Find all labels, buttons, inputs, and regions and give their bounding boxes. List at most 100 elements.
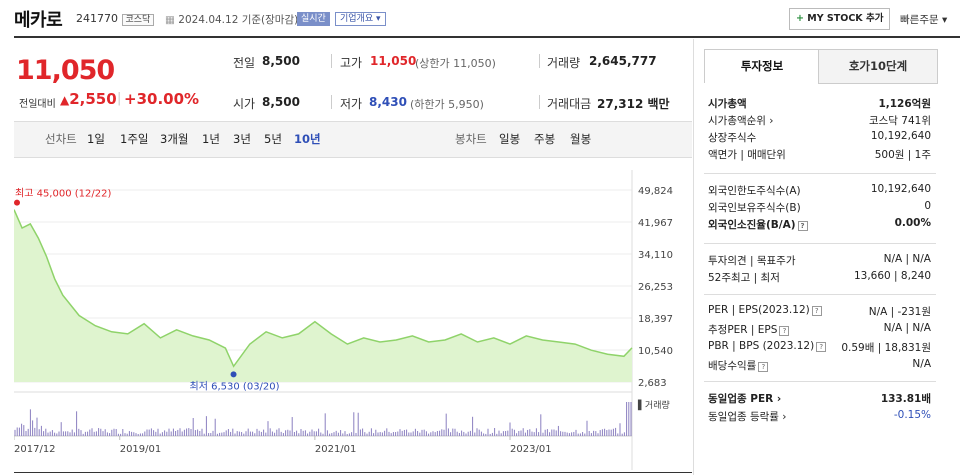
lower-limit: (하한가 5,950) [410, 98, 484, 111]
price-area [14, 209, 632, 382]
divider [331, 54, 332, 68]
change-value-text: 2,550 [69, 90, 117, 108]
low-value: 8,430 [369, 95, 407, 109]
quick-order-button[interactable]: 빠른주문 ▾ [900, 12, 947, 27]
info-value: N/A | N/A [883, 253, 931, 265]
info-label-text: 상장주식수 [708, 132, 757, 144]
info-value: -0.15% [893, 409, 931, 421]
y-tick-label: 34,110 [638, 250, 673, 261]
info-label: 외국인한도주식수(A) [708, 183, 801, 198]
high-value: 11,050 [370, 54, 417, 68]
stock-code: 241770 코스닥 [76, 12, 155, 27]
amount-label: 거래대금 [547, 97, 592, 111]
info-value: 10,192,640 [870, 183, 931, 195]
info-value: N/A | N/A [883, 322, 931, 334]
info-value: 0.00% [894, 217, 931, 229]
help-icon[interactable]: ? [779, 326, 790, 336]
info-value: 0 [924, 200, 931, 212]
company-info-button[interactable]: 기업개요 ▾ [335, 12, 386, 26]
info-label: 배당수익률? [708, 358, 769, 373]
help-icon[interactable]: ? [797, 221, 808, 231]
top-divider [14, 36, 960, 38]
candle-daily[interactable]: 일봉 [499, 131, 520, 147]
info-label-text: PBR | BPS (2023.12) [708, 340, 815, 352]
change-percent: +30.00% [124, 90, 200, 108]
period-3y[interactable]: 3년 [233, 131, 251, 147]
tab-investment-info[interactable]: 투자정보 [704, 49, 820, 83]
info-value: 0.59배 | 18,831원 [841, 342, 931, 354]
high-marker [14, 199, 20, 206]
info-value: 코스닥 741위 [868, 115, 931, 127]
info-label-text: 액면가 | 매매단위 [708, 149, 786, 161]
candle-weekly[interactable]: 주봉 [534, 131, 555, 147]
realtime-tag[interactable]: 실시간 [297, 12, 330, 26]
my-stock-button[interactable]: + MY STOCK 추가 [789, 8, 891, 30]
info-label: 상장주식수 [708, 130, 756, 145]
info-value: 10,192,640 [870, 130, 931, 142]
stock-name: 메카로 [14, 10, 63, 31]
period-1d[interactable]: 1일 [87, 131, 105, 147]
tab-order-book[interactable]: 호가10단계 [818, 49, 938, 84]
info-label: 액면가 | 매매단위 [708, 147, 786, 162]
low-marker [230, 371, 237, 378]
open-value: 8,500 [262, 95, 300, 109]
divider [331, 95, 332, 109]
y-tick-label: 2,683 [638, 378, 667, 389]
open-label: 시가 [233, 97, 256, 111]
divider [539, 54, 540, 68]
period-5y[interactable]: 5년 [264, 131, 282, 147]
info-label-text: 52주최고 | 최저 [708, 272, 780, 284]
info-divider [704, 294, 936, 295]
prev-close-value: 8,500 [262, 54, 300, 68]
info-value: N/A [912, 358, 931, 370]
change-value: ▲2,550 [60, 90, 117, 108]
period-3m[interactable]: 3개월 [160, 131, 188, 147]
info-label-text: 동일업종 PER › [708, 393, 782, 405]
candle-monthly[interactable]: 월봉 [570, 131, 591, 147]
date-text: 2024.04.12 기준(장마감) [178, 14, 299, 26]
my-stock-label: MY STOCK 추가 [807, 13, 884, 24]
line-chart-label: 선차트 [45, 132, 77, 146]
help-icon[interactable]: ? [816, 342, 827, 352]
period-1w[interactable]: 1주일 [120, 131, 148, 147]
info-label: 동일업종 등락률 › [708, 409, 787, 424]
info-value: 1,126억원 [878, 98, 931, 110]
info-label-text: 시가총액 [708, 98, 747, 110]
up-arrow-icon: ▲ [60, 93, 70, 107]
y-tick-label: 26,253 [638, 282, 673, 293]
info-label-text: 투자의견 | 목표주가 [708, 255, 796, 267]
info-label-text: 외국인소진율(B/A) [708, 219, 796, 231]
info-divider [704, 243, 936, 244]
info-value: 500원 | 1주 [874, 149, 931, 161]
info-label-text: 시가총액순위 › [708, 115, 774, 127]
x-tick-label: 2019/01 [120, 444, 162, 455]
y-tick-label: 10,540 [638, 346, 673, 357]
info-label-text: 외국인한도주식수(A) [708, 185, 801, 197]
info-label: 투자의견 | 목표주가 [708, 253, 796, 268]
period-1y[interactable]: 1년 [202, 131, 220, 147]
info-label: 시가총액순위 › [708, 113, 774, 128]
low-label: 저가 [340, 97, 363, 111]
info-label: 외국인소진율(B/A)? [708, 217, 808, 232]
info-value: 133.81배 [880, 393, 931, 405]
help-icon[interactable]: ? [758, 362, 769, 372]
price-chart[interactable]: 49,824 41,967 34,110 26,253 18,397 10,540 2,68… [14, 170, 694, 470]
info-label-text: 외국인보유주식수(B) [708, 202, 801, 214]
low-label: 최저 6,530 (03/20) [190, 380, 280, 392]
period-10y[interactable]: 10년 [294, 131, 321, 147]
market-badge: 코스닥 [121, 14, 155, 26]
info-label: 52주최고 | 최저 [708, 270, 780, 285]
bottom-divider [14, 472, 692, 473]
panel-divider [693, 39, 694, 475]
info-label-text: 추정PER | EPS [708, 324, 778, 336]
info-label: PER | EPS(2023.12)? [708, 304, 822, 316]
compare-label: 전일대비 [19, 99, 56, 110]
plus-icon: + [796, 13, 804, 24]
upper-limit: (상한가 11,050) [415, 57, 496, 70]
info-label: 추정PER | EPS? [708, 322, 790, 337]
info-label-text: 동일업종 등락률 › [708, 411, 787, 423]
help-icon[interactable]: ? [811, 306, 822, 316]
info-label: PBR | BPS (2023.12)? [708, 340, 827, 352]
divider [539, 95, 540, 109]
info-label: 시가총액 [708, 96, 747, 111]
